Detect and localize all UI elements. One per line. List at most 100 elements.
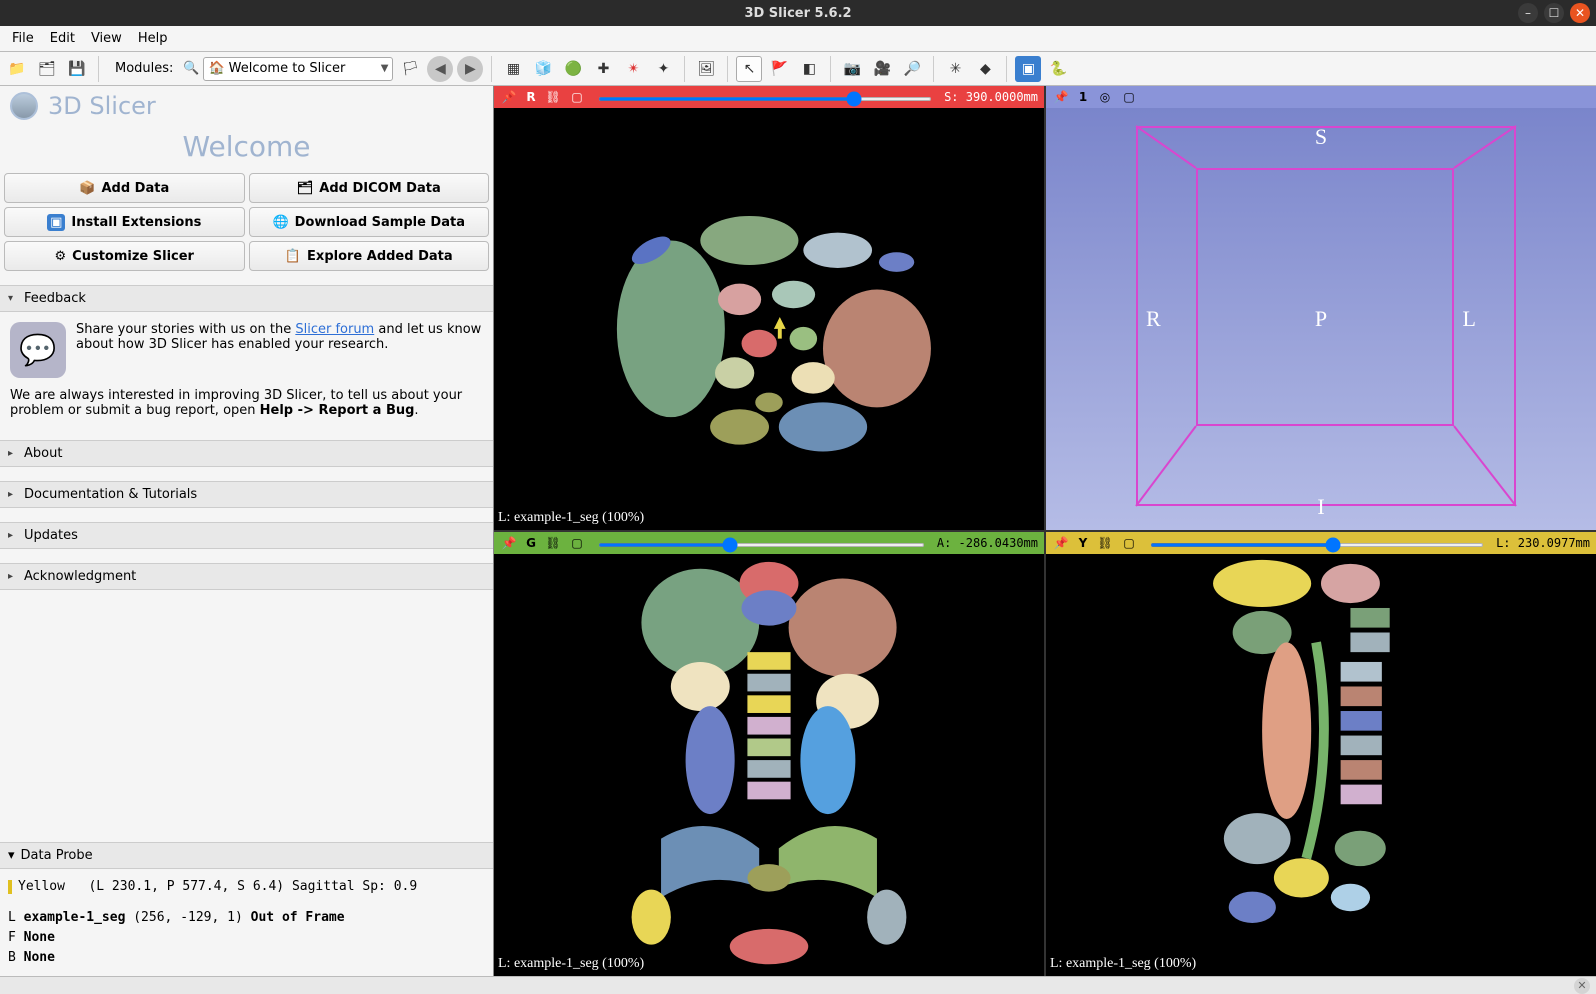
module-combo[interactable]: 🏠 Welcome to Slicer ▼: [203, 57, 393, 81]
crosshairs-icon[interactable]: ✳: [942, 56, 968, 82]
menu-help[interactable]: Help: [130, 29, 176, 48]
module-history-icon[interactable]: 🏳: [397, 56, 423, 82]
section-updates[interactable]: ▸Updates: [0, 522, 493, 549]
caret-down-icon: ▾: [8, 848, 15, 863]
center-icon[interactable]: ◎: [1096, 88, 1114, 106]
view-letter-3d: 1: [1076, 90, 1090, 104]
maximize-button[interactable]: ☐: [1544, 3, 1564, 23]
green-slice-controller: 📌 G ⛓ ▢ A: -286.0430mm: [494, 532, 1044, 554]
caret-right-icon: ▸: [8, 489, 18, 500]
globe-icon: 🌐: [272, 215, 288, 230]
screenshot-icon[interactable]: 📷: [839, 56, 865, 82]
chevron-down-icon: ▼: [381, 63, 389, 74]
threeD-controller: 📌 1 ◎ ▢: [1046, 86, 1596, 108]
models-icon[interactable]: 🟢: [560, 56, 586, 82]
nav-forward-button[interactable]: ▶: [457, 56, 483, 82]
pin-icon[interactable]: 📌: [1052, 534, 1070, 552]
visibility-icon[interactable]: 🚩: [766, 56, 792, 82]
pin-icon[interactable]: 📌: [500, 534, 518, 552]
crosshair-icon[interactable]: ✚: [590, 56, 616, 82]
download-sample-button[interactable]: 🌐Download Sample Data: [249, 207, 490, 237]
yellow-slice-controller: 📌 Y ⛓ ▢ L: 230.0977mm: [1046, 532, 1596, 554]
maximize-view-icon[interactable]: ▢: [1120, 534, 1138, 552]
nav-back-button[interactable]: ◀: [427, 56, 453, 82]
extensions-manager-icon[interactable]: ▣: [1015, 56, 1041, 82]
gear-icon: ⚙: [55, 249, 67, 264]
link-icon[interactable]: ⛓: [1096, 534, 1114, 552]
app-header: 3D Slicer: [0, 86, 493, 126]
green-slice-readout: A: -286.0430mm: [937, 536, 1038, 550]
menu-view[interactable]: View: [83, 29, 130, 48]
save-icon[interactable]: 💾: [64, 56, 90, 82]
green-slice-slider[interactable]: [598, 536, 925, 550]
markup-icon[interactable]: ✴: [620, 56, 646, 82]
extensions-icon: ▣: [47, 214, 65, 231]
cursor-icon[interactable]: ↖: [736, 56, 762, 82]
maximize-view-icon[interactable]: ▢: [568, 88, 586, 106]
yellow-slice-view[interactable]: L: example-1_seg (100%): [1046, 554, 1596, 976]
link-icon[interactable]: ⛓: [544, 534, 562, 552]
axis-label-p: P: [1315, 306, 1327, 332]
explore-data-button[interactable]: 📋Explore Added Data: [249, 241, 490, 271]
window-titlebar: 3D Slicer 5.6.2 – ☐ ✕: [0, 0, 1596, 26]
red-slice-view[interactable]: L: example-1_seg (100%): [494, 108, 1044, 530]
load-dicom-icon[interactable]: 🗂: [34, 56, 60, 82]
install-extensions-button[interactable]: ▣Install Extensions: [4, 207, 245, 237]
red-slice-slider[interactable]: [598, 90, 932, 104]
dp-line-F: F None: [8, 928, 485, 948]
modules-label: Modules:: [115, 61, 173, 76]
transform-icon[interactable]: ✦: [650, 56, 676, 82]
section-feedback[interactable]: ▾Feedback: [0, 285, 493, 312]
toolbar-separator: [98, 56, 99, 82]
window-level-icon[interactable]: ◧: [796, 56, 822, 82]
section-acknowledgment[interactable]: ▸Acknowledgment: [0, 563, 493, 590]
scene-views-icon[interactable]: 🖼: [693, 56, 719, 82]
minimize-button[interactable]: –: [1518, 3, 1538, 23]
caret-right-icon: ▸: [8, 530, 18, 541]
menu-file[interactable]: File: [4, 29, 42, 48]
menu-edit[interactable]: Edit: [42, 29, 83, 48]
window-controls: – ☐ ✕: [1518, 3, 1590, 23]
add-dicom-button[interactable]: 🗂Add DICOM Data: [249, 173, 490, 203]
python-icon[interactable]: 🐍: [1045, 56, 1071, 82]
feedback-body: 💬 Share your stories with us on the Slic…: [0, 312, 493, 388]
toolbar-separator: [684, 56, 685, 82]
link-icon[interactable]: ⛓: [544, 88, 562, 106]
maximize-view-icon[interactable]: ▢: [1120, 88, 1138, 106]
threeD-view[interactable]: S I R L P: [1046, 108, 1596, 530]
section-data-probe[interactable]: ▾Data Probe: [0, 842, 493, 869]
load-data-icon[interactable]: 📁: [4, 56, 30, 82]
section-about[interactable]: ▸About: [0, 440, 493, 467]
caret-down-icon: ▾: [8, 293, 18, 304]
section-docs[interactable]: ▸Documentation & Tutorials: [0, 481, 493, 508]
view-letter-yellow: Y: [1076, 536, 1090, 550]
slicer-forum-link[interactable]: Slicer forum: [295, 322, 374, 337]
app-name: 3D Slicer: [48, 92, 156, 120]
slice-intersections-icon[interactable]: ◆: [972, 56, 998, 82]
module-search-icon[interactable]: 🔍: [181, 59, 201, 79]
axis-label-l: L: [1463, 306, 1476, 332]
view-letter-green: G: [524, 536, 538, 550]
close-button[interactable]: ✕: [1570, 3, 1590, 23]
volume-rendering-icon[interactable]: 🧊: [530, 56, 556, 82]
maximize-view-icon[interactable]: ▢: [568, 534, 586, 552]
axis-label-r: R: [1146, 306, 1161, 332]
layout-icon[interactable]: ▦: [500, 56, 526, 82]
magnifier-icon[interactable]: 🔎: [899, 56, 925, 82]
view-letter-red: R: [524, 90, 538, 104]
viewport-3d: 📌 1 ◎ ▢ S I R L P: [1046, 86, 1596, 530]
slicer-logo-icon: [10, 92, 38, 120]
feedback-text-2: We are always interested in improving 3D…: [0, 388, 493, 426]
add-data-button[interactable]: 📦Add Data: [4, 173, 245, 203]
pin-icon[interactable]: 📌: [500, 88, 518, 106]
yellow-slice-slider[interactable]: [1150, 536, 1484, 550]
toolbar: 📁 🗂 💾 Modules: 🔍 🏠 Welcome to Slicer ▼ 🏳…: [0, 52, 1596, 86]
customize-button[interactable]: ⚙Customize Slicer: [4, 241, 245, 271]
screen-capture-icon[interactable]: 🎥: [869, 56, 895, 82]
viewport-yellow: 📌 Y ⛓ ▢ L: 230.0977mm: [1046, 532, 1596, 976]
pin-icon[interactable]: 📌: [1052, 88, 1070, 106]
statusbar-close-icon[interactable]: ✕: [1574, 978, 1590, 994]
welcome-buttons: 📦Add Data 🗂Add DICOM Data ▣Install Exten…: [0, 173, 493, 271]
home-icon: 🏠: [208, 61, 224, 76]
green-slice-view[interactable]: L: example-1_seg (100%): [494, 554, 1044, 976]
